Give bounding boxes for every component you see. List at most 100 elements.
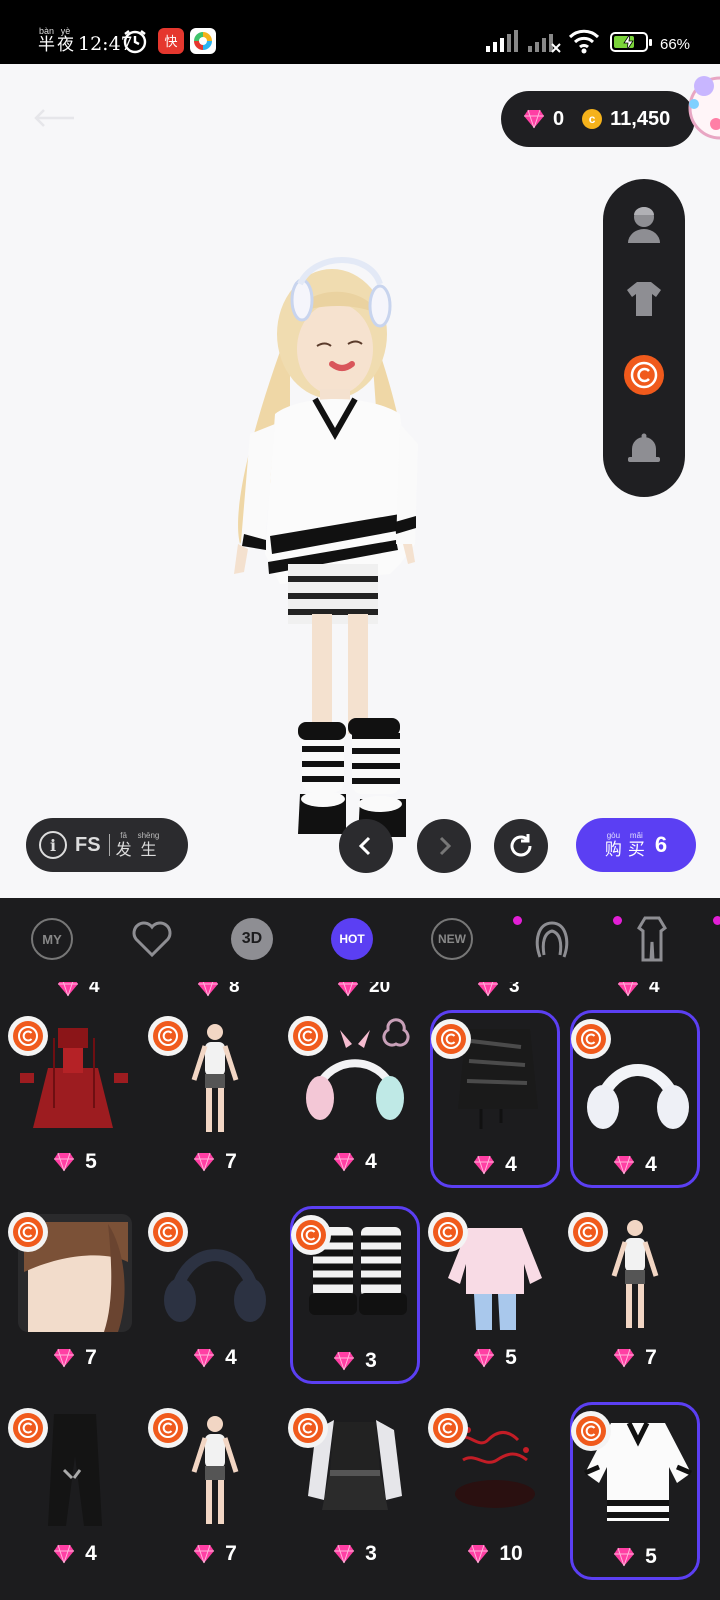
item-card[interactable]: 4 <box>430 1010 560 1188</box>
item-price: 4 <box>290 1150 420 1174</box>
notification-dot <box>713 916 720 925</box>
gem-icon <box>614 1547 635 1567</box>
price-value: 3 <box>365 1349 377 1372</box>
item-card[interactable]: 10 <box>428 1402 560 1580</box>
reset-button[interactable] <box>494 819 548 873</box>
item-card[interactable]: 5 <box>428 1206 560 1384</box>
alarm-icon <box>122 28 148 59</box>
item-card[interactable]: 5 <box>570 1402 700 1580</box>
coin-icon: c <box>582 109 603 129</box>
currency-balance[interactable]: 0 c 11,450 <box>501 91 695 147</box>
item-price: 7 <box>150 1542 280 1566</box>
tab-3d[interactable]: 3D <box>229 916 275 962</box>
tab-hair[interactable] <box>529 916 575 962</box>
gem-icon <box>334 1544 355 1564</box>
creator-badge-icon <box>568 1212 608 1252</box>
item-card[interactable]: 3 <box>288 1402 420 1580</box>
tab-3d-label: 3D <box>231 918 273 960</box>
price-value: 4 <box>505 1153 517 1176</box>
price-value: 7 <box>85 1346 97 1369</box>
price-value: 7 <box>225 1542 237 1565</box>
info-pill[interactable]: i FS fā 发 shēng 生 <box>26 818 188 872</box>
next-button[interactable] <box>417 819 471 873</box>
gem-icon <box>198 982 218 997</box>
price-value: 4 <box>649 982 660 997</box>
gem-icon <box>474 1155 495 1175</box>
buy-hanzi: 买 <box>627 840 645 860</box>
tab-my[interactable]: MY <box>29 916 75 962</box>
price-value: 7 <box>645 1346 657 1369</box>
jumpsuit-icon <box>637 916 667 962</box>
status-bar: bàn 半 yè 夜 12:47 快 66% <box>0 0 720 64</box>
price-value: 4 <box>365 1150 377 1173</box>
battery-percent: 66% <box>660 36 691 53</box>
item-card[interactable]: 4 <box>570 1010 700 1188</box>
tab-outfit[interactable] <box>629 916 675 962</box>
back-arrow-icon[interactable] <box>30 106 76 130</box>
gem-icon <box>614 1155 635 1175</box>
item-card[interactable]: 5 <box>8 1010 140 1188</box>
creator-badge-icon <box>148 1408 188 1448</box>
gem-icon <box>618 982 638 997</box>
item-card[interactable]: 7 <box>568 1206 700 1384</box>
item-card[interactable]: 4 <box>8 1402 140 1580</box>
item-card[interactable]: 7 <box>8 1206 140 1384</box>
creator-badge-icon <box>8 1408 48 1448</box>
item-grid: 5 7 4 4 4 7 4 3 5 7 4 7 3 10 5 <box>0 1000 720 1600</box>
item-card[interactable]: 4 <box>288 1010 420 1188</box>
rail-bell[interactable] <box>620 427 668 475</box>
signal-x-icon <box>528 30 562 59</box>
time-hanzi: 半 <box>38 35 55 55</box>
prev-row-price: 3 <box>477 982 557 998</box>
chevron-left-icon <box>358 836 371 856</box>
tab-new[interactable]: NEW <box>429 916 475 962</box>
tab-hot-label: HOT <box>331 918 373 960</box>
price-value: 4 <box>645 1153 657 1176</box>
item-card[interactable]: 4 <box>148 1206 280 1384</box>
shirt-icon <box>627 282 661 316</box>
gem-icon <box>468 1544 489 1564</box>
avatar-figure[interactable] <box>220 244 440 854</box>
creator-badge-icon <box>428 1212 468 1252</box>
gem-icon <box>524 109 544 129</box>
tab-my-label: MY <box>31 918 73 960</box>
item-price: 3 <box>293 1349 417 1373</box>
red-app-icon: 快 <box>158 28 184 54</box>
status-time: bàn 半 yè 夜 12:47 <box>38 20 133 54</box>
tab-hot[interactable]: HOT <box>329 916 375 962</box>
item-price: 4 <box>433 1153 557 1177</box>
item-card[interactable]: 3 <box>290 1206 420 1384</box>
price-value: 3 <box>365 1542 377 1565</box>
buy-button[interactable]: gòu 购 mǎi 买 6 <box>576 818 696 872</box>
item-price: 4 <box>150 1346 280 1370</box>
item-price: 5 <box>430 1346 560 1370</box>
item-price: 7 <box>150 1150 280 1174</box>
prev-button[interactable] <box>339 819 393 873</box>
rail-copyright[interactable] <box>620 351 668 399</box>
price-value: 3 <box>509 982 520 997</box>
rail-head[interactable] <box>620 199 668 247</box>
price-value: 10 <box>499 1542 523 1565</box>
prev-row-price: 20 <box>337 982 417 998</box>
info-icon: i <box>39 831 67 859</box>
gem-icon <box>54 1544 75 1564</box>
price-value: 7 <box>225 1150 237 1173</box>
wifi-icon <box>568 28 600 59</box>
head-icon <box>628 207 660 243</box>
shop-panel: MY 3D HOT NEW 4 8 20 3 4 5 7 4 4 4 7 4 3 5 7 4 7 3 10 5 <box>0 898 720 1600</box>
gem-icon <box>614 1348 635 1368</box>
mascot-icon[interactable] <box>686 64 720 154</box>
tab-favorites[interactable] <box>129 916 175 962</box>
signal-icon <box>486 30 520 59</box>
gem-icon <box>334 1152 355 1172</box>
item-card[interactable]: 7 <box>148 1010 280 1188</box>
creator-badge-icon <box>288 1016 328 1056</box>
bell-icon <box>628 433 660 462</box>
info-hanzi: 发 <box>115 840 132 859</box>
creator-badge-icon <box>571 1411 611 1451</box>
gem-icon <box>54 1348 75 1368</box>
price-value: 8 <box>229 982 240 997</box>
creator-badge-icon <box>148 1016 188 1056</box>
rail-shirt[interactable] <box>620 275 668 323</box>
item-card[interactable]: 7 <box>148 1402 280 1580</box>
